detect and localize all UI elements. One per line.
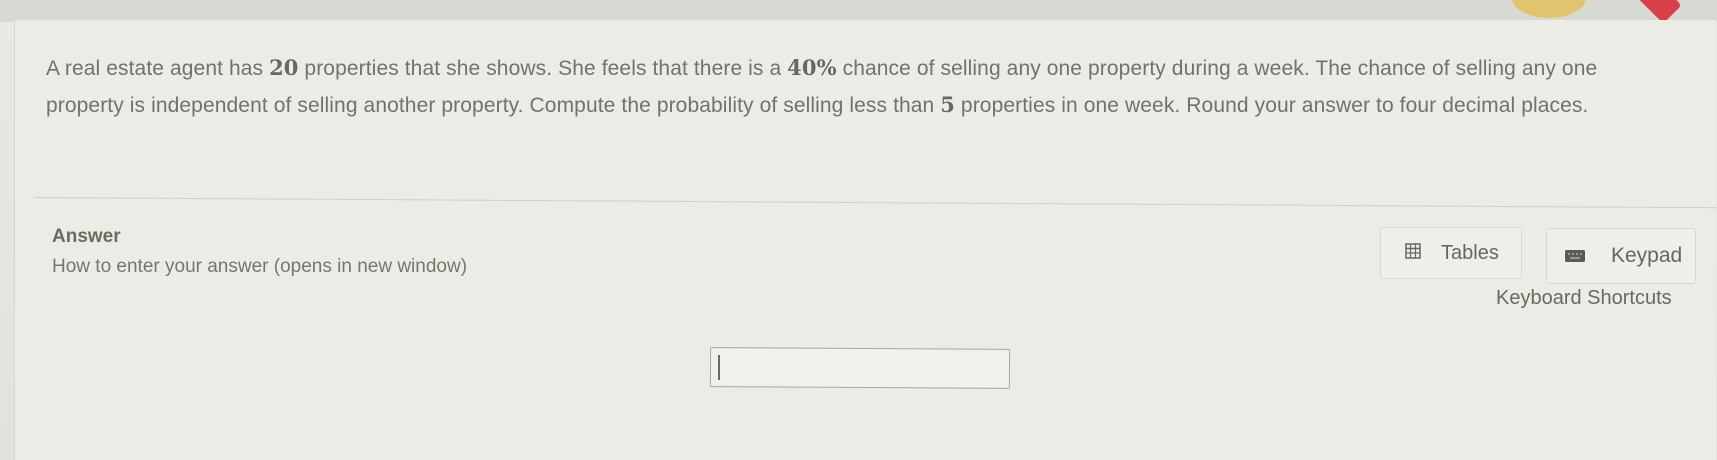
question-number-properties: 20 <box>269 55 299 80</box>
question-threshold: 5 <box>940 92 955 117</box>
keypad-button-label: Keypad <box>1611 244 1683 267</box>
how-to-enter-answer-link[interactable]: How to enter your answer (opens in new w… <box>52 256 467 278</box>
question-text-part: A real estate agent has <box>46 57 270 80</box>
table-icon <box>1405 242 1421 265</box>
question-percent: 40% <box>787 55 837 80</box>
answer-heading: Answer <box>52 226 121 247</box>
question-text-part: properties that she shows. She feels tha… <box>298 57 788 80</box>
tables-button-label: Tables <box>1441 241 1499 264</box>
keyboard-shortcuts-link[interactable]: Keyboard Shortcuts <box>1496 287 1672 310</box>
question-text: A real estate agent has 20 properties th… <box>46 50 1676 124</box>
question-text-part: properties in one week. Round your answe… <box>955 94 1589 117</box>
tables-button[interactable]: Tables <box>1380 227 1522 279</box>
keypad-button[interactable]: Keypad <box>1546 228 1696 284</box>
keypad-icon <box>1565 244 1585 268</box>
answer-input[interactable] <box>709 347 1011 389</box>
screen: A real estate agent has 20 properties th… <box>0 0 1717 460</box>
text-cursor <box>718 355 720 380</box>
top-strip <box>0 0 1717 22</box>
